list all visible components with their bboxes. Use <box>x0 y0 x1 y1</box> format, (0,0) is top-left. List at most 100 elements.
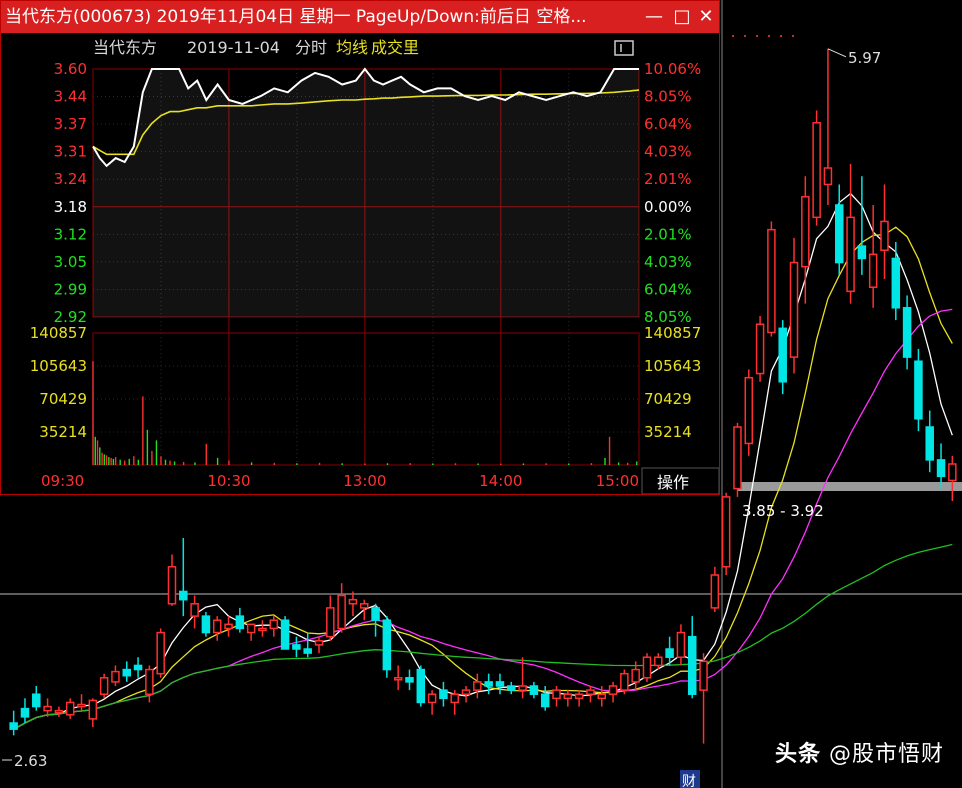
price-tick-label: 3.18 <box>54 198 87 216</box>
candle-body <box>111 670 120 683</box>
intraday-chart: 当代东方 2019-11-04 分时 均线 成交里 3.60 3.44 3.37 3.… <box>30 38 719 494</box>
candle-body <box>529 685 539 695</box>
candle-body <box>834 204 844 264</box>
chart-mode: 分时 <box>295 38 327 57</box>
candle-body <box>710 574 720 609</box>
candle-body <box>654 656 663 667</box>
candle-body <box>382 619 392 671</box>
candle-body <box>902 307 912 358</box>
candle-body <box>156 631 165 675</box>
candle-body <box>789 261 799 358</box>
candle-body <box>665 648 674 658</box>
candle-body <box>801 196 810 268</box>
price-tick-label: 3.44 <box>54 88 87 106</box>
candle-body <box>179 590 188 601</box>
candle-body <box>767 228 776 334</box>
low-price-label: 2.63 <box>14 752 47 770</box>
intraday-popup-window: 当代东方(000673) 2019年11月04日 星期一 PageUp/Down… <box>0 0 720 495</box>
candle-body <box>258 627 267 632</box>
candle-body <box>224 623 233 630</box>
candle-body <box>77 703 86 708</box>
settings-icon[interactable] <box>614 40 634 56</box>
price-tick-label: 3.05 <box>54 253 87 271</box>
candle-body <box>721 496 731 568</box>
watermark-brand: 头条 <box>774 742 821 767</box>
price-tick-label: 3.24 <box>54 170 87 188</box>
percent-tick-label: 4.03% <box>644 253 692 271</box>
high-price-label: 5.97 <box>848 49 881 67</box>
candle-body <box>812 122 821 219</box>
candle-body <box>676 631 686 658</box>
candle-body <box>359 603 369 609</box>
candle-body <box>427 693 437 704</box>
volume-tick-label: 70429 <box>39 390 87 408</box>
candle-body <box>416 668 426 704</box>
candle-body <box>99 677 109 695</box>
candle-body <box>348 598 358 605</box>
candle-body <box>823 167 833 186</box>
candle-body <box>303 648 312 654</box>
candle-body <box>32 693 41 708</box>
stock-name: 当代东方 <box>93 38 157 57</box>
percent-tick-label: 6.04% <box>644 115 692 133</box>
candle-body <box>586 689 595 695</box>
price-tick-label: 3.31 <box>54 143 87 161</box>
candle-body <box>563 693 573 700</box>
candle-body <box>145 668 154 695</box>
candle-body <box>597 693 607 700</box>
minimize-icon[interactable]: — <box>639 1 669 33</box>
candle-body <box>631 668 640 683</box>
candle-body <box>439 689 448 700</box>
candle-body <box>687 635 697 695</box>
price-tick-label: 3.12 <box>54 225 87 243</box>
candle-body <box>201 615 211 634</box>
candle-body <box>948 463 957 482</box>
price-range-label: 3.85 - 3.92 <box>742 502 824 520</box>
candle-body <box>337 594 346 630</box>
candle-body <box>405 677 414 683</box>
candle-body <box>190 603 199 617</box>
percent-tick-label: 4.03% <box>644 143 692 161</box>
candle-body <box>733 426 742 490</box>
candle-body <box>868 253 878 288</box>
candle-body <box>88 699 98 720</box>
volume-tick-label-right: 35214 <box>644 423 692 441</box>
candle-body <box>246 623 256 634</box>
percent-tick-label: 2.01% <box>644 225 692 243</box>
volume-legend: 成交里 <box>371 38 419 57</box>
candle-body <box>461 689 471 695</box>
candle-body <box>540 693 550 708</box>
avg-line-legend: 均线 <box>336 38 368 57</box>
candle-body <box>518 685 527 691</box>
time-tick-label: 14:00 <box>479 472 522 490</box>
candle-body <box>280 619 290 650</box>
percent-tick-label: 0.00% <box>644 198 692 216</box>
percent-tick-label: 6.04% <box>644 280 692 298</box>
price-tick-label: 2.99 <box>54 280 87 298</box>
candle-body <box>269 619 279 630</box>
candle-body <box>54 709 64 714</box>
candle-body <box>122 668 132 677</box>
ma60-line <box>13 543 953 730</box>
candle-body <box>778 327 787 383</box>
candle-body <box>371 607 380 621</box>
time-tick-label: 09:30 <box>41 472 84 490</box>
candle-body <box>235 615 245 630</box>
candle-body <box>574 693 584 700</box>
candle-body <box>914 360 923 420</box>
volume-tick-label-right: 105643 <box>644 357 701 375</box>
close-icon[interactable]: ✕ <box>691 1 721 33</box>
candle-body <box>212 619 222 634</box>
candle-body <box>167 566 177 605</box>
percent-tick-label: 10.06% <box>644 60 701 78</box>
watermark: 头条 @股市悟财 <box>775 736 944 768</box>
candle-body <box>642 656 652 679</box>
price-tick-label: 3.37 <box>54 115 87 133</box>
window-title-bar[interactable]: 当代东方(000673) 2019年11月04日 星期一 PageUp/Down… <box>1 1 719 33</box>
candle-body <box>507 685 516 691</box>
price-area-fill <box>93 69 639 317</box>
percent-tick-label: 8.05% <box>644 88 692 106</box>
candle-body <box>936 459 946 478</box>
window-title: 当代东方(000673) 2019年11月04日 星期一 PageUp/Down… <box>5 7 587 27</box>
candle-body <box>608 685 618 695</box>
